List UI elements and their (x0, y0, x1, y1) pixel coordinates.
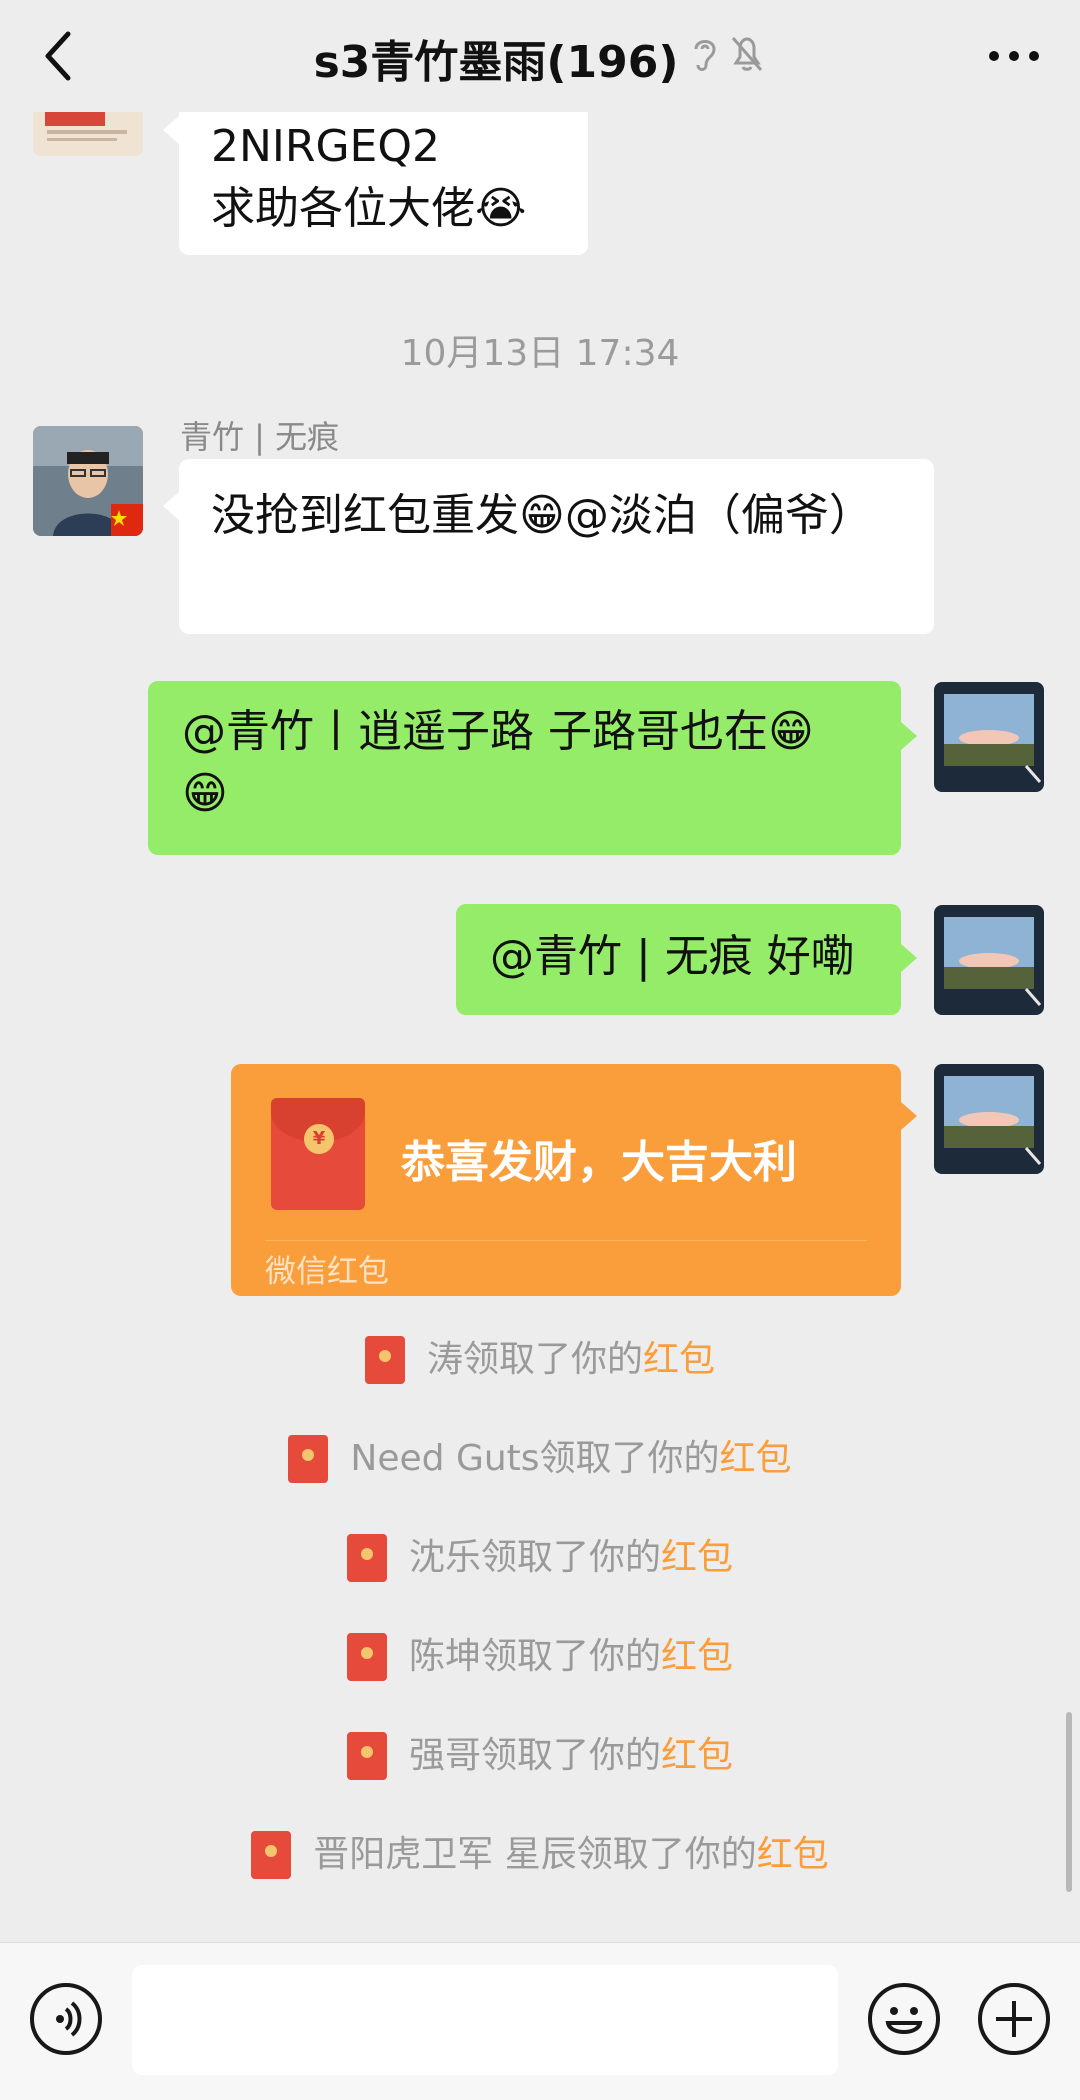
add-icon[interactable] (978, 1983, 1050, 2055)
notice-name: 涛 (426, 1339, 463, 1380)
divider (265, 1240, 867, 1241)
red-packet-footer: 微信红包 (265, 1254, 389, 1290)
red-packet-icon: ¥ (271, 1098, 365, 1210)
self-avatar[interactable] (934, 682, 1044, 792)
red-packet-icon (364, 1336, 405, 1384)
self-avatar[interactable] (934, 1064, 1044, 1174)
notice-name: 沈乐 (408, 1537, 481, 1578)
message-input[interactable] (132, 1965, 838, 2075)
mute-bell-icon (728, 33, 766, 84)
message-text: 求助各位大佬😭 (211, 183, 527, 234)
notice-name: 陈坤 (408, 1636, 481, 1677)
red-packet-notice: 涛领取了你的红包 (0, 1330, 1080, 1390)
message-text: 2NIRGEQ2 (211, 121, 440, 172)
notice-action: 领取了你的 (462, 1339, 643, 1380)
input-toolbar (0, 1942, 1080, 2100)
bubble-tail (163, 116, 179, 144)
red-packet-link[interactable]: 红包 (661, 1735, 733, 1776)
chat-title[interactable]: s3青竹墨雨(196) (314, 26, 679, 90)
more-options-icon[interactable] (986, 38, 1042, 74)
bubble-tail (901, 944, 917, 972)
notice-action: 领取了你的 (480, 1735, 661, 1776)
scrollbar[interactable] (1066, 1712, 1072, 1892)
red-packet-link[interactable]: 红包 (757, 1834, 829, 1875)
self-avatar[interactable] (934, 905, 1044, 1015)
notice-action: 领取了你的 (480, 1636, 661, 1677)
red-packet-notice: 沈乐领取了你的红包 (0, 1528, 1080, 1588)
ear-icon (688, 33, 722, 84)
notice-name: Need Guts (350, 1438, 540, 1479)
red-packet-notice: 强哥领取了你的红包 (0, 1726, 1080, 1786)
bubble-tail (163, 492, 179, 520)
red-packet-notice: 晋阳虎卫军 星辰领取了你的红包 (0, 1825, 1080, 1885)
message-text: 😁 (182, 768, 228, 819)
red-packet-icon (288, 1435, 329, 1483)
red-packet-link[interactable]: 红包 (720, 1438, 792, 1479)
red-packet-link[interactable]: 红包 (661, 1636, 733, 1677)
red-packet-notice: 陈坤领取了你的红包 (0, 1627, 1080, 1687)
message-bubble[interactable]: 没抢到红包重发😁@淡泊（偏爷） (179, 459, 934, 634)
notice-action: 领取了你的 (480, 1537, 661, 1578)
message-text: 没抢到红包重发😁@淡泊（偏爷） (211, 490, 873, 541)
message-bubble-self[interactable]: @青竹 | 无痕 好嘞 (456, 904, 901, 1015)
bubble-tail (901, 722, 917, 750)
notice-action: 领取了你的 (576, 1834, 757, 1875)
bubble-tail (901, 1102, 917, 1130)
sender-avatar[interactable] (33, 426, 143, 536)
message-bubble-self[interactable]: @青竹丨逍遥子路 子路哥也在😁 😁 (148, 681, 901, 855)
red-packet-title: 恭喜发财，大吉大利 (401, 1137, 797, 1188)
sender-name: 青竹 | 无痕 (180, 418, 340, 456)
red-packet-icon (346, 1633, 387, 1681)
notice-action: 领取了你的 (539, 1438, 720, 1479)
red-packet-notice: Need Guts领取了你的红包 (0, 1429, 1080, 1489)
red-packet-link[interactable]: 红包 (661, 1537, 733, 1578)
message-bubble[interactable]: 2NIRGEQ2 求助各位大佬😭 (179, 112, 588, 255)
red-packet-link[interactable]: 红包 (643, 1339, 715, 1380)
emoji-icon[interactable] (868, 1983, 940, 2055)
red-packet-icon (251, 1831, 292, 1879)
red-packet-icon (346, 1732, 387, 1780)
red-packet-card[interactable]: ¥ 恭喜发财，大吉大利 微信红包 (231, 1064, 901, 1296)
timestamp: 10月13日 17:34 (400, 333, 680, 374)
sender-avatar[interactable] (33, 112, 143, 156)
chat-message-list[interactable]: 2NIRGEQ2 求助各位大佬😭 10月13日 17:34 青竹 | 无痕 没抢… (0, 112, 1080, 1942)
red-packet-icon (346, 1534, 387, 1582)
message-text: @青竹 | 无痕 好嘞 (490, 931, 855, 982)
chat-title-container: s3青竹墨雨(196) (0, 26, 1080, 90)
message-text: @青竹丨逍遥子路 子路哥也在😁 (182, 706, 814, 757)
voice-input-icon[interactable] (30, 1983, 102, 2055)
notice-name: 晋阳虎卫军 星辰 (313, 1834, 577, 1875)
notice-name: 强哥 (408, 1735, 481, 1776)
chat-header: s3青竹墨雨(196) (0, 0, 1080, 112)
